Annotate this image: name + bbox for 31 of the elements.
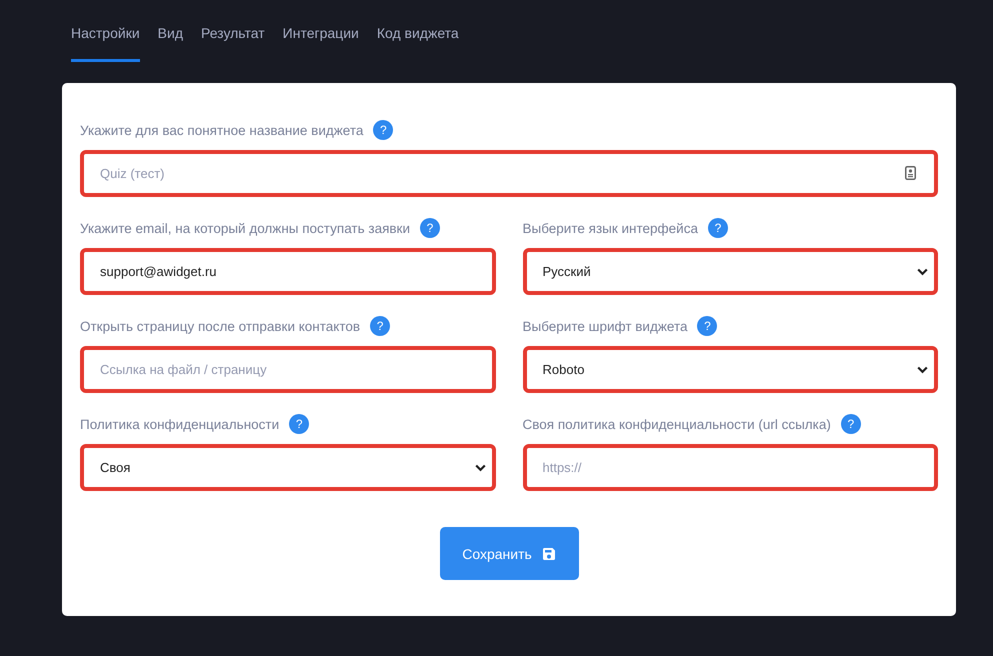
tab[interactable]: Результат	[200, 24, 265, 62]
tab[interactable]: Вид	[158, 24, 183, 62]
contact-card-icon[interactable]	[905, 166, 916, 180]
field-label: Выберите язык интерфейса	[522, 220, 698, 236]
field-label: Выберите шрифт виджета	[522, 318, 688, 334]
tab[interactable]: Интеграции	[282, 24, 359, 62]
text-field[interactable]: Quiz (тест)	[80, 150, 938, 197]
chevron-down-icon	[474, 464, 486, 472]
help-icon[interactable]: ?	[420, 218, 440, 238]
dropdown[interactable]: Русский	[522, 248, 938, 295]
chevron-down-icon	[917, 268, 928, 276]
dropdown[interactable]: Roboto	[522, 346, 938, 393]
save-button[interactable]: Сохранить	[440, 527, 578, 580]
field-label: Укажите email, на который должны поступать заявки	[80, 220, 410, 236]
field-label: Открыть страницу после отправки контактов	[80, 318, 360, 334]
help-icon[interactable]: ?	[697, 316, 718, 336]
help-icon[interactable]: ?	[840, 414, 861, 434]
help-icon[interactable]: ?	[373, 120, 394, 140]
field-label: Укажите для вас понятное название виджета	[80, 122, 364, 138]
text-field[interactable]: support@awidget.ru	[80, 248, 496, 295]
field-label: Политика конфиденциальности	[80, 416, 280, 432]
help-icon[interactable]: ?	[370, 316, 390, 336]
tab[interactable]: Настройки	[71, 24, 140, 62]
chevron-down-icon	[917, 366, 928, 374]
dropdown[interactable]: Своя	[80, 444, 496, 491]
help-icon[interactable]: ?	[289, 414, 310, 434]
field-label: Своя политика конфиденциальности (url ссылка)	[522, 416, 831, 432]
tab[interactable]: Код виджета	[376, 24, 459, 62]
text-field[interactable]: Ссылка на файл / страницу	[80, 346, 496, 393]
help-icon[interactable]: ?	[708, 218, 728, 238]
text-field[interactable]: https://	[522, 444, 938, 491]
